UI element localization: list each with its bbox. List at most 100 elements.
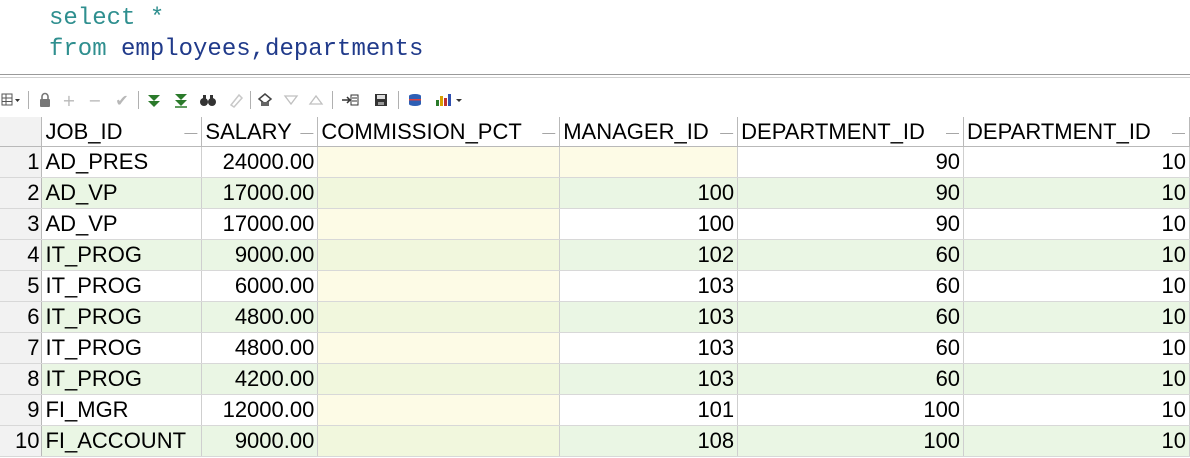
- cell-salary[interactable]: 9000.00: [201, 239, 319, 271]
- cell-salary[interactable]: 17000.00: [201, 177, 319, 209]
- cell-salary[interactable]: 24000.00: [201, 146, 319, 178]
- cell-commission-pct[interactable]: [317, 363, 561, 395]
- cell-job-id[interactable]: AD_VP: [41, 208, 203, 240]
- table-row[interactable]: 7 IT_PROG 4800.00 103 60 10: [0, 332, 1190, 364]
- sql-icon[interactable]: [404, 90, 426, 110]
- cell-commission-pct[interactable]: [317, 394, 561, 426]
- cell-commission-pct[interactable]: [317, 270, 561, 302]
- cell-commission-pct[interactable]: [317, 239, 561, 271]
- row-number[interactable]: 5: [0, 270, 43, 302]
- sql-line-2[interactable]: from employees,departments: [49, 35, 423, 65]
- cell-department-id[interactable]: 60: [737, 270, 965, 302]
- cell-commission-pct[interactable]: [317, 301, 561, 333]
- row-number[interactable]: 6: [0, 301, 43, 333]
- cell-job-id[interactable]: IT_PROG: [41, 270, 203, 302]
- row-number[interactable]: 2: [0, 177, 43, 209]
- cell-manager-id[interactable]: 102: [559, 239, 739, 271]
- cell-manager-id[interactable]: 103: [559, 301, 739, 333]
- splitter-handle[interactable]: [0, 77, 1190, 78]
- row-number[interactable]: 1: [0, 146, 43, 178]
- results-grid[interactable]: JOB_ID — SALARY — COMMISSION_PCT — MANAGER_…: [0, 117, 1190, 457]
- save-icon[interactable]: [370, 90, 392, 110]
- cell-department-id-2[interactable]: 10: [963, 363, 1190, 395]
- column-header[interactable]: SALARY —: [201, 117, 319, 147]
- table-row[interactable]: 3 AD_VP 17000.00 100 90 10: [0, 208, 1190, 240]
- lock-icon[interactable]: [35, 90, 55, 110]
- post-edit-icon[interactable]: ✔: [111, 90, 133, 110]
- filter-icon[interactable]: [281, 90, 301, 110]
- cell-department-id-2[interactable]: 10: [963, 332, 1190, 364]
- column-resize-icon[interactable]: —: [946, 125, 959, 140]
- table-row[interactable]: 8 IT_PROG 4200.00 103 60 10: [0, 363, 1190, 395]
- cell-department-id[interactable]: 100: [737, 394, 965, 426]
- row-number[interactable]: 7: [0, 332, 43, 364]
- chart-icon[interactable]: [432, 90, 466, 110]
- cell-job-id[interactable]: IT_PROG: [41, 332, 203, 364]
- cell-department-id[interactable]: 60: [737, 332, 965, 364]
- cell-department-id[interactable]: 60: [737, 363, 965, 395]
- cell-department-id-2[interactable]: 10: [963, 301, 1190, 333]
- cell-job-id[interactable]: FI_ACCOUNT: [41, 425, 203, 457]
- cell-salary[interactable]: 9000.00: [201, 425, 319, 457]
- cell-department-id[interactable]: 90: [737, 146, 965, 178]
- cell-department-id-2[interactable]: 10: [963, 146, 1190, 178]
- row-number[interactable]: 8: [0, 363, 43, 395]
- cell-job-id[interactable]: FI_MGR: [41, 394, 203, 426]
- cell-job-id[interactable]: IT_PROG: [41, 363, 203, 395]
- column-resize-icon[interactable]: —: [720, 125, 733, 140]
- cell-department-id[interactable]: 90: [737, 177, 965, 209]
- cell-salary[interactable]: 17000.00: [201, 208, 319, 240]
- cell-salary[interactable]: 4800.00: [201, 332, 319, 364]
- delete-row-icon[interactable]: −: [85, 90, 105, 110]
- table-row[interactable]: 6 IT_PROG 4800.00 103 60 10: [0, 301, 1190, 333]
- cell-job-id[interactable]: IT_PROG: [41, 301, 203, 333]
- row-number[interactable]: 3: [0, 208, 43, 240]
- column-header[interactable]: COMMISSION_PCT —: [317, 117, 561, 147]
- cell-department-id-2[interactable]: 10: [963, 394, 1190, 426]
- table-row[interactable]: 4 IT_PROG 9000.00 102 60 10: [0, 239, 1190, 271]
- sql-line-1[interactable]: select *: [49, 4, 164, 34]
- column-resize-icon[interactable]: —: [184, 125, 197, 140]
- cell-commission-pct[interactable]: [317, 146, 561, 178]
- cell-manager-id[interactable]: 103: [559, 332, 739, 364]
- column-resize-icon[interactable]: —: [300, 125, 313, 140]
- cell-manager-id[interactable]: 100: [559, 177, 739, 209]
- cell-department-id-2[interactable]: 10: [963, 425, 1190, 457]
- grid-menu-icon[interactable]: [0, 90, 22, 110]
- cell-manager-id[interactable]: 103: [559, 363, 739, 395]
- sql-editor[interactable]: select * from employees,departments: [0, 0, 1190, 76]
- table-row[interactable]: 9 FI_MGR 12000.00 101 100 10: [0, 394, 1190, 426]
- table-row[interactable]: 10 FI_ACCOUNT 9000.00 108 100 10: [0, 425, 1190, 457]
- column-header[interactable]: DEPARTMENT_ID —: [737, 117, 965, 147]
- cell-salary[interactable]: 12000.00: [201, 394, 319, 426]
- cell-department-id[interactable]: 100: [737, 425, 965, 457]
- table-row[interactable]: 2 AD_VP 17000.00 100 90 10: [0, 177, 1190, 209]
- cell-commission-pct[interactable]: [317, 332, 561, 364]
- cell-job-id[interactable]: AD_VP: [41, 177, 203, 209]
- row-number[interactable]: 9: [0, 394, 43, 426]
- cell-commission-pct[interactable]: [317, 425, 561, 457]
- column-resize-icon[interactable]: —: [542, 125, 555, 140]
- cell-department-id-2[interactable]: 10: [963, 239, 1190, 271]
- column-header[interactable]: DEPARTMENT_ID —: [963, 117, 1190, 147]
- cell-job-id[interactable]: AD_PRES: [41, 146, 203, 178]
- cell-commission-pct[interactable]: [317, 177, 561, 209]
- row-number[interactable]: 10: [0, 425, 43, 457]
- cell-department-id[interactable]: 90: [737, 208, 965, 240]
- export-icon[interactable]: [338, 90, 362, 110]
- cell-department-id-2[interactable]: 10: [963, 208, 1190, 240]
- table-row[interactable]: 1 AD_PRES 24000.00 90 10: [0, 146, 1190, 178]
- cell-department-id[interactable]: 60: [737, 301, 965, 333]
- cell-manager-id[interactable]: 103: [559, 270, 739, 302]
- column-resize-icon[interactable]: —: [1172, 125, 1185, 140]
- cell-department-id-2[interactable]: 10: [963, 177, 1190, 209]
- cell-manager-id[interactable]: [559, 146, 739, 178]
- column-header[interactable]: MANAGER_ID —: [559, 117, 739, 147]
- cell-department-id[interactable]: 60: [737, 239, 965, 271]
- cell-commission-pct[interactable]: [317, 208, 561, 240]
- cell-job-id[interactable]: IT_PROG: [41, 239, 203, 271]
- cell-salary[interactable]: 4200.00: [201, 363, 319, 395]
- sort-icon[interactable]: [306, 90, 326, 110]
- column-header[interactable]: JOB_ID —: [41, 117, 203, 147]
- query-by-example-icon[interactable]: [255, 90, 277, 110]
